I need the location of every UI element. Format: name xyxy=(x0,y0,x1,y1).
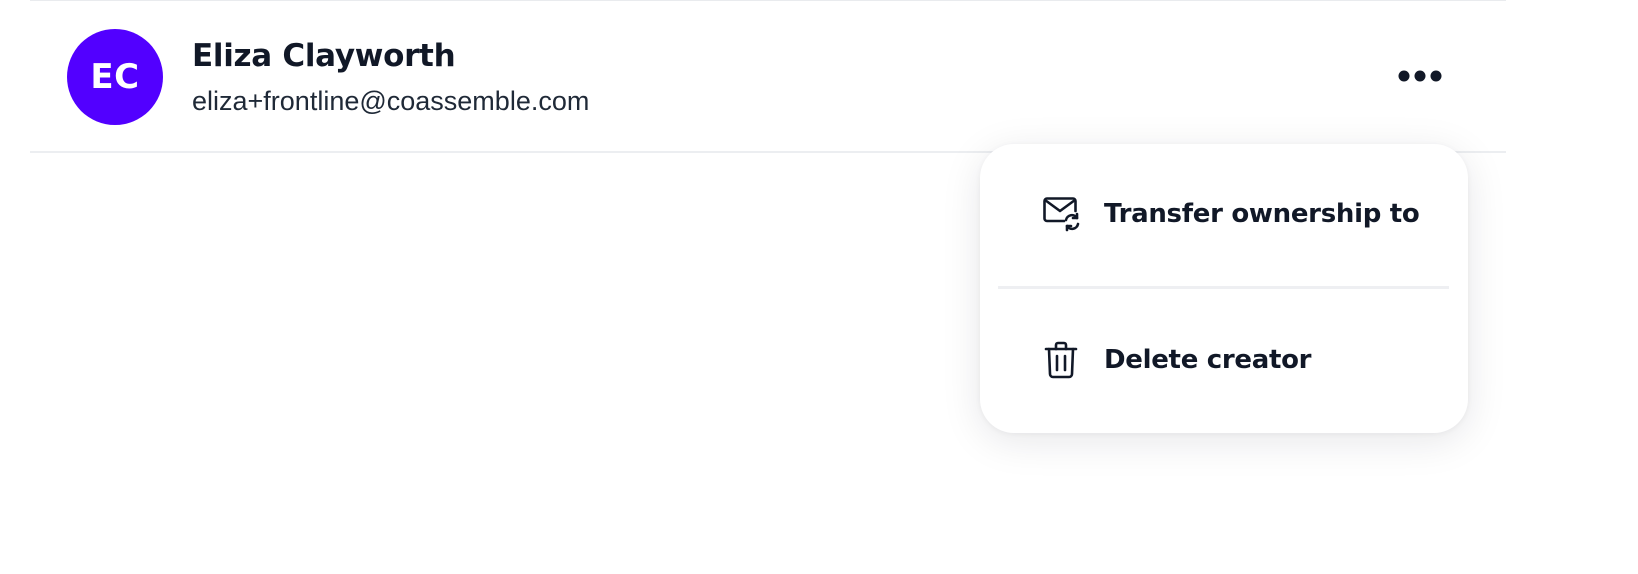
transfer-ownership-label: Transfer ownership to xyxy=(1104,199,1420,229)
mail-transfer-icon xyxy=(1042,195,1080,233)
more-options-button[interactable] xyxy=(1390,56,1450,96)
avatar-initials: EC xyxy=(90,57,140,97)
creator-actions-menu: Transfer ownership to Delete creator xyxy=(980,144,1468,433)
transfer-ownership-menu-item[interactable]: Transfer ownership to xyxy=(980,144,1468,284)
menu-divider xyxy=(998,286,1449,289)
more-horizontal-icon xyxy=(1398,70,1442,82)
trash-icon xyxy=(1042,341,1080,379)
creator-email: eliza+frontline@coassemble.com xyxy=(192,86,590,116)
delete-creator-label: Delete creator xyxy=(1104,345,1312,375)
delete-creator-menu-item[interactable]: Delete creator xyxy=(980,290,1468,430)
avatar: EC xyxy=(67,29,163,125)
creator-name: Eliza Clayworth xyxy=(192,38,456,74)
creator-row: EC Eliza Clayworth eliza+frontline@coass… xyxy=(30,0,1506,153)
